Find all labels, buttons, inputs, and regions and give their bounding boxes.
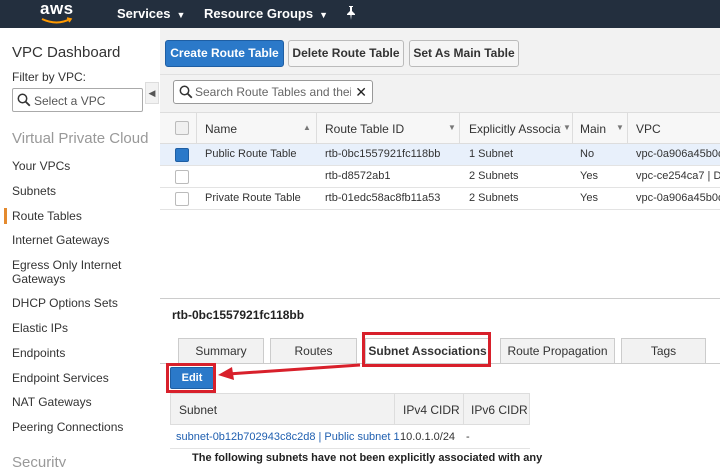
- row-checkbox[interactable]: [175, 148, 189, 162]
- annotation-highlight-tab: [362, 332, 491, 367]
- column-header-subnet: Subnet: [179, 403, 218, 417]
- annotation-highlight-edit: [166, 363, 216, 393]
- chevron-down-icon[interactable]: ▼: [616, 123, 624, 132]
- row-checkbox[interactable]: [175, 192, 189, 206]
- subnet-link[interactable]: subnet-0b12b702943c8c2d8 | Public subnet…: [176, 431, 400, 443]
- table-header: Name ▲ Route Table ID ▼ Explicitly Assoc…: [160, 112, 720, 144]
- cell-route-table-id: rtb-01edc58ac8fb11a53: [325, 192, 441, 204]
- cell-vpc: vpc-0a906a45b0d8: [636, 148, 720, 160]
- sort-asc-icon[interactable]: ▲: [303, 123, 311, 132]
- search-bar: Search Route Tables and thei ✕: [160, 74, 720, 112]
- column-header-name[interactable]: Name: [205, 122, 237, 136]
- chevron-down-icon: ▼: [319, 10, 329, 20]
- vpc-filter-placeholder: Select a VPC: [34, 94, 106, 108]
- column-header-ipv6-cidr: IPv6 CIDR: [471, 403, 528, 417]
- table-row[interactable]: Private Route Table rtb-01edc58ac8fb11a5…: [160, 188, 720, 210]
- sidebar-item-elastic-ips[interactable]: Elastic IPs: [12, 321, 137, 335]
- sidebar-item-nat-gateways[interactable]: NAT Gateways: [12, 395, 137, 409]
- main-panel: Create Route Table Delete Route Table Se…: [160, 28, 720, 467]
- search-input[interactable]: Search Route Tables and thei ✕: [173, 80, 373, 104]
- pane-divider[interactable]: [160, 298, 720, 299]
- sidebar-item-egress-only-internet-gateways[interactable]: Egress Only Internet Gateways: [12, 258, 137, 286]
- cell-route-table-id: rtb-d8572ab1: [325, 170, 391, 182]
- column-divider: [394, 394, 395, 425]
- column-header-route-table-id[interactable]: Route Table ID: [325, 122, 404, 136]
- sidebar: VPC Dashboard Filter by VPC: Select a VP…: [0, 28, 159, 467]
- search-placeholder: Search Route Tables and thei: [195, 85, 351, 99]
- resource-groups-label: Resource Groups: [204, 6, 314, 21]
- cell-main: No: [580, 148, 595, 160]
- sidebar-item-endpoint-services[interactable]: Endpoint Services: [12, 371, 137, 385]
- chevron-down-icon[interactable]: ▼: [448, 123, 456, 132]
- collapse-sidebar-icon[interactable]: ◀: [145, 82, 159, 104]
- tab-tags[interactable]: Tags: [621, 338, 706, 364]
- selected-route-table-id: rtb-0bc1557921fc118bb: [172, 308, 305, 322]
- vpc-filter-select[interactable]: Select a VPC: [12, 88, 143, 112]
- cell-ipv4-cidr: 10.0.1.0/24: [400, 431, 456, 443]
- sidebar-item-route-tables[interactable]: Route Tables: [12, 209, 137, 223]
- create-route-table-button[interactable]: Create Route Table: [165, 40, 284, 67]
- sidebar-item-internet-gateways[interactable]: Internet Gateways: [12, 233, 137, 247]
- pin-icon[interactable]: [345, 6, 357, 20]
- unassociated-subnets-note: The following subnets have not been expl…: [192, 452, 543, 464]
- search-icon: [17, 93, 31, 107]
- column-divider: [459, 113, 460, 144]
- column-header-explicitly-associated[interactable]: Explicitly Associat: [469, 122, 561, 136]
- cell-name: Private Route Table: [205, 192, 301, 204]
- sidebar-title[interactable]: VPC Dashboard: [12, 44, 120, 61]
- column-header-main[interactable]: Main: [580, 122, 606, 136]
- cell-explicitly-associated: 1 Subnet: [469, 148, 514, 160]
- column-divider: [463, 394, 464, 425]
- tab-route-propagation[interactable]: Route Propagation: [500, 338, 615, 364]
- cell-ipv6-cidr: -: [466, 431, 470, 443]
- sidebar-item-dhcp-options-sets[interactable]: DHCP Options Sets: [12, 296, 137, 310]
- column-divider: [572, 113, 573, 144]
- subnet-table-header: Subnet IPv4 CIDR IPv6 CIDR: [170, 393, 530, 425]
- section-virtual-private-cloud: Virtual Private Cloud: [12, 130, 149, 147]
- filter-label: Filter by VPC:: [12, 70, 87, 84]
- resource-groups-menu[interactable]: Resource Groups ▼: [204, 6, 328, 21]
- select-all-checkbox[interactable]: [175, 121, 189, 135]
- sidebar-item-subnets[interactable]: Subnets: [12, 184, 137, 198]
- cell-main: Yes: [580, 170, 598, 182]
- table-row[interactable]: rtb-d8572ab1 2 Subnets Yes vpc-ce254ca7 …: [160, 166, 720, 188]
- search-icon: [179, 85, 193, 99]
- chevron-down-icon: ▼: [176, 10, 186, 20]
- table-row[interactable]: Public Route Table rtb-0bc1557921fc118bb…: [160, 144, 720, 166]
- subnet-row: subnet-0b12b702943c8c2d8 | Public subnet…: [170, 425, 530, 449]
- row-checkbox[interactable]: [175, 170, 189, 184]
- delete-route-table-button[interactable]: Delete Route Table: [288, 40, 404, 67]
- close-icon[interactable]: ✕: [355, 84, 367, 101]
- column-divider: [627, 113, 628, 144]
- column-divider: [196, 113, 197, 144]
- chevron-down-icon[interactable]: ▼: [563, 123, 571, 132]
- cell-name: Public Route Table: [205, 148, 297, 160]
- set-as-main-table-button[interactable]: Set As Main Table: [409, 40, 519, 67]
- cell-vpc: vpc-0a906a45b0d8: [636, 192, 720, 204]
- annotation-arrow-icon: [218, 363, 361, 380]
- section-security: Security: [12, 454, 67, 467]
- cell-explicitly-associated: 2 Subnets: [469, 170, 519, 182]
- column-header-ipv4-cidr: IPv4 CIDR: [403, 403, 460, 417]
- services-menu[interactable]: Services ▼: [117, 6, 185, 21]
- cell-main: Yes: [580, 192, 598, 204]
- aws-smile-icon: [41, 17, 73, 24]
- top-nav: aws Services ▼ Resource Groups ▼: [0, 0, 720, 28]
- active-indicator: [4, 208, 7, 224]
- aws-logo[interactable]: aws: [40, 0, 76, 27]
- cell-explicitly-associated: 2 Subnets: [469, 192, 519, 204]
- cell-vpc: vpc-ce254ca7 | DE: [636, 170, 720, 182]
- cell-route-table-id: rtb-0bc1557921fc118bb: [325, 148, 441, 160]
- services-label: Services: [117, 6, 171, 21]
- toolbar: Create Route Table Delete Route Table Se…: [160, 28, 720, 74]
- sidebar-item-your-vpcs[interactable]: Your VPCs: [12, 159, 137, 173]
- column-header-vpc[interactable]: VPC: [636, 122, 661, 136]
- sidebar-item-peering-connections[interactable]: Peering Connections: [12, 420, 137, 434]
- sidebar-item-endpoints[interactable]: Endpoints: [12, 346, 137, 360]
- column-divider: [316, 113, 317, 144]
